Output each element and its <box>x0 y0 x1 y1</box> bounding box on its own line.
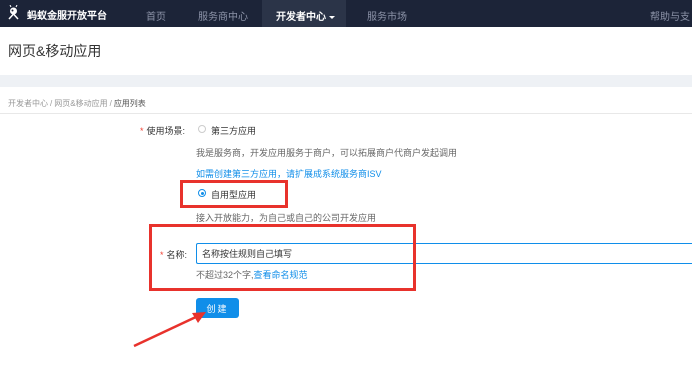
annotation-arrow <box>133 312 206 348</box>
